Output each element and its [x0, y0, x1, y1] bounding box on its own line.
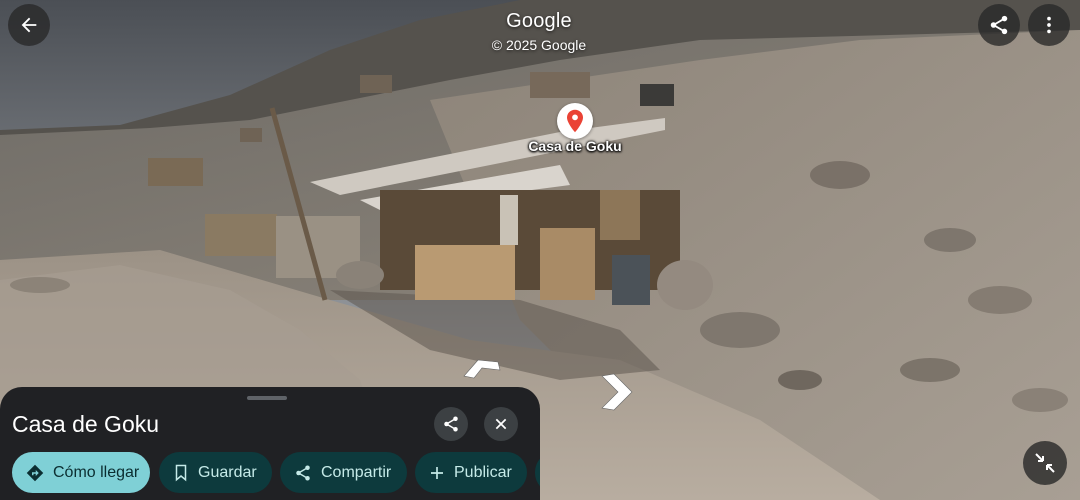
publish-button[interactable]: Publicar [415, 452, 527, 493]
share-icon [990, 15, 1008, 35]
exit-street-view-button[interactable] [1023, 441, 1067, 485]
more-options-button[interactable] [1028, 4, 1070, 46]
move-back-arrow[interactable] [462, 356, 502, 388]
action-chips: Cómo llegar Guardar Compartir Publicar [12, 452, 540, 494]
directions-label: Cómo llegar [53, 463, 140, 481]
bookmark-icon [175, 464, 187, 481]
sheet-drag-handle[interactable] [247, 396, 287, 400]
place-bottom-sheet[interactable]: Casa de Goku Cómo llegar Guardar Compart… [0, 387, 540, 500]
share-label: Compartir [321, 463, 392, 481]
directions-icon [26, 464, 44, 481]
save-label: Guardar [198, 463, 257, 481]
arrow-back-icon [21, 17, 37, 33]
back-button[interactable] [8, 4, 50, 46]
share-icon [444, 416, 458, 432]
move-forward-arrow[interactable] [596, 372, 636, 412]
google-wordmark: Google [506, 10, 572, 32]
place-title: Casa de Goku [12, 411, 160, 437]
attribution: Google © 2025 Google [480, 10, 598, 53]
share-place-button[interactable] [434, 407, 468, 441]
close-icon [495, 418, 507, 430]
close-sheet-button[interactable] [484, 407, 518, 441]
share-icon [296, 465, 310, 480]
publish-label: Publicar [454, 463, 512, 481]
share-chip-button[interactable]: Compartir [280, 452, 407, 493]
more-vert-icon [1047, 16, 1051, 34]
directions-button[interactable]: Cómo llegar [12, 452, 150, 493]
collapse-icon [1035, 453, 1055, 473]
location-pin-icon [567, 109, 583, 133]
share-button-top[interactable] [978, 4, 1020, 46]
plus-icon [431, 466, 443, 479]
save-button[interactable]: Guardar [159, 452, 272, 493]
place-pin[interactable] [557, 103, 593, 139]
copyright-text: © 2025 Google [491, 37, 587, 53]
place-pin-label[interactable]: Casa de Goku [505, 138, 645, 154]
more-actions-chip[interactable] [535, 452, 540, 493]
